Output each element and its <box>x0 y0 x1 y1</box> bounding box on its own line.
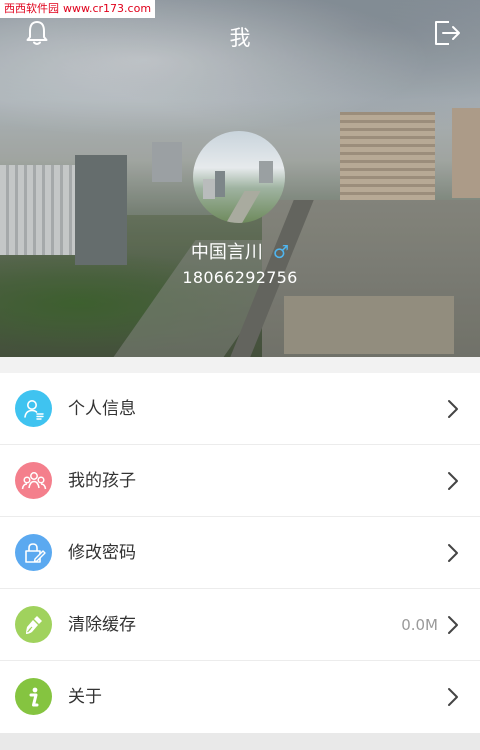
chevron-right-icon <box>448 400 458 418</box>
menu-label: 我的孩子 <box>68 471 136 491</box>
info-icon <box>15 678 52 715</box>
user-phone: 18066292756 <box>182 268 298 287</box>
chevron-right-icon <box>448 544 458 562</box>
menu-label: 清除缓存 <box>68 615 136 635</box>
chevron-right-icon <box>448 472 458 490</box>
avatar-building <box>215 171 225 197</box>
watermark-url: www.cr173.com <box>63 2 152 15</box>
user-name: 中国言川 <box>190 242 263 263</box>
person-icon <box>15 390 52 427</box>
lock-edit-icon <box>15 534 52 571</box>
avatar-building <box>259 161 273 183</box>
avatar-road <box>221 191 261 223</box>
broom-icon <box>15 606 52 643</box>
menu-item-profile[interactable]: 个人信息 <box>0 373 480 445</box>
group-icon <box>15 462 52 499</box>
settings-menu: 个人信息 我的孩子 修改密码 清除缓存 0.0M 关于 <box>0 373 480 733</box>
bottom-nav-edge <box>0 733 480 750</box>
page-title: 我 <box>229 26 251 50</box>
menu-label: 关于 <box>68 687 102 707</box>
male-icon: ♂ <box>272 242 290 263</box>
avatar[interactable] <box>193 131 285 223</box>
user-name-row: 中国言川 ♂ <box>0 238 480 264</box>
menu-item-password[interactable]: 修改密码 <box>0 517 480 589</box>
logout-icon[interactable] <box>432 18 462 48</box>
watermark: 西西软件园 www.cr173.com <box>0 0 156 18</box>
menu-label: 个人信息 <box>68 399 136 419</box>
cache-size: 0.0M <box>401 616 438 634</box>
menu-label: 修改密码 <box>68 543 136 563</box>
menu-item-clear-cache[interactable]: 清除缓存 0.0M <box>0 589 480 661</box>
chevron-right-icon <box>448 616 458 634</box>
avatar-building <box>203 179 215 199</box>
menu-item-children[interactable]: 我的孩子 <box>0 445 480 517</box>
chevron-right-icon <box>448 688 458 706</box>
watermark-site: 西西软件园 <box>4 2 59 15</box>
menu-item-about[interactable]: 关于 <box>0 661 480 733</box>
